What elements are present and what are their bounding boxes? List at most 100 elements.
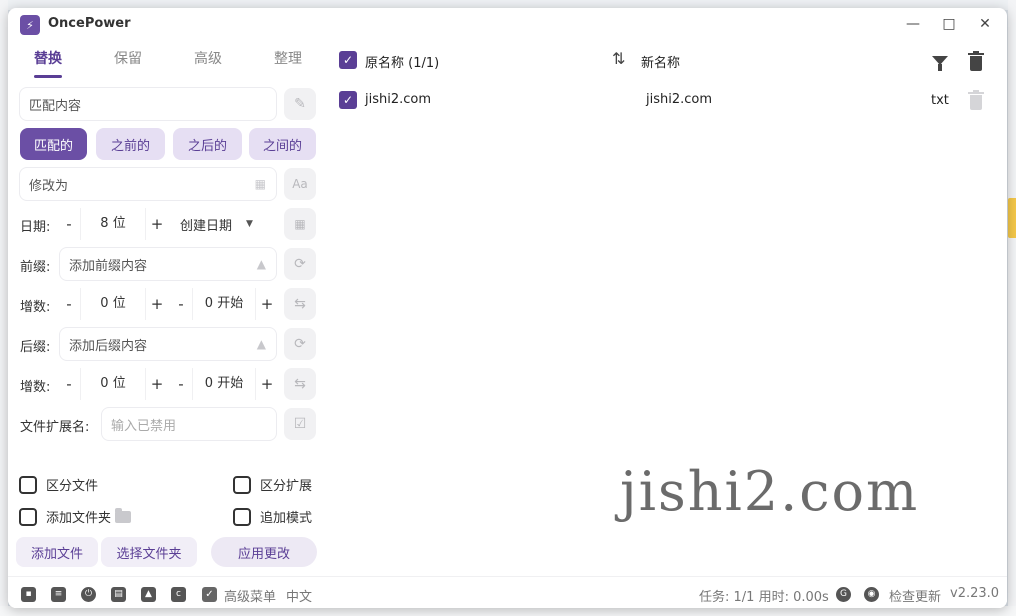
log-icon[interactable]: ≡ [51, 587, 66, 602]
add-folder-checkbox[interactable] [19, 507, 37, 526]
distinguish-file-option[interactable]: 区分文件 [19, 475, 98, 494]
csv-icon[interactable]: c [171, 587, 186, 602]
date-digits-value[interactable]: 8 位 [80, 208, 146, 240]
date-digits-stepper[interactable]: - 8 位 + [58, 208, 168, 240]
mode-between-button[interactable]: 之间的 [249, 128, 316, 160]
date-digits-plus[interactable]: + [146, 215, 168, 233]
date-digits-minus[interactable]: - [58, 215, 80, 233]
mode-tabs: 替换 保留 高级 整理 [18, 48, 318, 84]
select-folder-button[interactable]: 选择文件夹 [101, 537, 197, 567]
prefix-label: 前缀: [20, 260, 51, 275]
date-type-value: 创建日期 [180, 218, 233, 234]
title-bar[interactable]: ⚡ OncePower — □ ✕ [8, 8, 1007, 40]
status-bar: ▪ ≡ ⏻ ▤ ▲ c ✓ 高级菜单 中文 任务: 1/1 用时: 0.00s … [8, 576, 1007, 608]
new-name-header[interactable]: 新名称 [641, 52, 680, 71]
suffix-digits-minus[interactable]: - [58, 375, 80, 393]
add-folder-option[interactable]: 添加文件夹 [19, 507, 132, 526]
swap-order-icon[interactable]: ⇆ [284, 368, 316, 400]
app-logo-icon: ⚡ [20, 15, 40, 35]
row-checkbox[interactable]: ✓ [339, 91, 357, 109]
replace-with-input[interactable]: 修改为 ▦ [19, 167, 277, 201]
github-icon[interactable]: ◉ [864, 587, 879, 602]
prefix-digits-plus[interactable]: + [146, 295, 168, 313]
append-mode-option[interactable]: 追加模式 [233, 507, 312, 526]
distinguish-ext-label: 区分扩展 [260, 479, 313, 494]
suffix-digits-stepper[interactable]: - 0 位 + [58, 368, 168, 400]
prefix-digits-value[interactable]: 0 位 [80, 288, 146, 320]
add-file-button[interactable]: 添加文件 [16, 537, 98, 567]
distinguish-ext-option[interactable]: 区分扩展 [233, 475, 312, 494]
append-mode-label: 追加模式 [260, 511, 313, 526]
prefix-start-minus[interactable]: - [170, 295, 192, 313]
suffix-digits-plus[interactable]: + [146, 375, 168, 393]
calendar-icon[interactable]: ▦ [255, 177, 266, 191]
tab-keep[interactable]: 保留 [98, 48, 158, 84]
filter-icon[interactable] [932, 56, 948, 71]
case-toggle-button[interactable]: Aa [284, 168, 316, 200]
apply-changes-button[interactable]: 应用更改 [211, 537, 317, 567]
add-folder-label: 添加文件夹 [46, 511, 112, 526]
append-mode-checkbox[interactable] [233, 507, 251, 526]
app-title: OncePower [48, 16, 131, 31]
row-original-name: jishi2.com [365, 92, 432, 107]
image-icon[interactable]: ▲ [141, 587, 156, 602]
distinguish-file-checkbox[interactable] [19, 475, 37, 494]
clipboard-icon[interactable]: ▤ [111, 587, 126, 602]
select-all-checkbox[interactable]: ✓ [339, 51, 357, 69]
suffix-start-plus[interactable]: + [256, 375, 278, 393]
match-content-input[interactable]: 匹配内容 [19, 87, 277, 121]
suffix-input[interactable]: 添加后缀内容 ▲ [59, 327, 277, 361]
row-delete-icon[interactable] [968, 90, 984, 110]
suffix-label: 后缀: [20, 340, 51, 355]
date-type-select[interactable]: 创建日期 ▼ [180, 208, 253, 240]
date-calendar-icon[interactable]: ▦ [284, 208, 316, 240]
tab-advanced[interactable]: 高级 [178, 48, 238, 84]
check-update-link[interactable]: 检查更新 [889, 586, 941, 605]
date-label: 日期: [20, 220, 51, 235]
distinguish-file-label: 区分文件 [46, 479, 99, 494]
mode-matched-button[interactable]: 匹配的 [20, 128, 87, 160]
language-toggle[interactable]: 中文 [286, 586, 312, 605]
desktop-background-right [1008, 0, 1016, 616]
row-extension: txt [931, 93, 949, 108]
desktop-folder-icon [1008, 198, 1016, 238]
tab-organize[interactable]: 整理 [258, 48, 318, 84]
prefix-start-value[interactable]: 0 开始 [192, 288, 256, 320]
power-icon[interactable]: ⏻ [81, 587, 96, 602]
close-button[interactable]: ✕ [970, 12, 1000, 36]
replace-with-placeholder: 修改为 [29, 178, 69, 194]
suffix-start-value[interactable]: 0 开始 [192, 368, 256, 400]
sort-icon[interactable]: ⇅ [612, 49, 625, 68]
suffix-start-minus[interactable]: - [170, 375, 192, 393]
refresh-icon[interactable]: ⟳ [284, 248, 316, 280]
watermark-text: jishi2.com [620, 460, 920, 523]
file-import-icon[interactable]: ▲ [257, 257, 266, 271]
gitee-icon[interactable]: G [836, 587, 851, 602]
original-name-header[interactable]: 原名称 (1/1) [365, 52, 439, 71]
prefix-start-stepper[interactable]: - 0 开始 + [170, 288, 278, 320]
prefix-start-plus[interactable]: + [256, 295, 278, 313]
task-status: 任务: 1/1 用时: 0.00s [699, 590, 829, 605]
mode-before-button[interactable]: 之前的 [96, 128, 165, 160]
suffix-digits-value[interactable]: 0 位 [80, 368, 146, 400]
prefix-placeholder: 添加前缀内容 [69, 258, 148, 274]
swap-order-icon[interactable]: ⇆ [284, 288, 316, 320]
prefix-digits-stepper[interactable]: - 0 位 + [58, 288, 168, 320]
file-import-icon[interactable]: ▲ [257, 337, 266, 351]
app-window: ⚡ OncePower — □ ✕ 替换 保留 高级 整理 匹配内容 ✎ 匹配的… [8, 8, 1007, 608]
ruler-icon[interactable]: ✎ [284, 88, 316, 120]
maximize-button[interactable]: □ [934, 12, 964, 36]
mode-after-button[interactable]: 之后的 [173, 128, 242, 160]
suffix-start-stepper[interactable]: - 0 开始 + [170, 368, 278, 400]
distinguish-ext-checkbox[interactable] [233, 475, 251, 494]
tab-replace[interactable]: 替换 [18, 48, 78, 84]
advanced-menu-checkbox[interactable]: ✓ [202, 587, 217, 602]
checkbox-icon[interactable]: ☑ [284, 408, 316, 440]
prefix-input[interactable]: 添加前缀内容 ▲ [59, 247, 277, 281]
save-icon[interactable]: ▪ [21, 587, 36, 602]
delete-all-icon[interactable] [968, 51, 984, 71]
prefix-digits-minus[interactable]: - [58, 295, 80, 313]
advanced-menu-label[interactable]: 高级菜单 [224, 586, 276, 605]
minimize-button[interactable]: — [898, 12, 928, 36]
refresh-icon[interactable]: ⟳ [284, 328, 316, 360]
